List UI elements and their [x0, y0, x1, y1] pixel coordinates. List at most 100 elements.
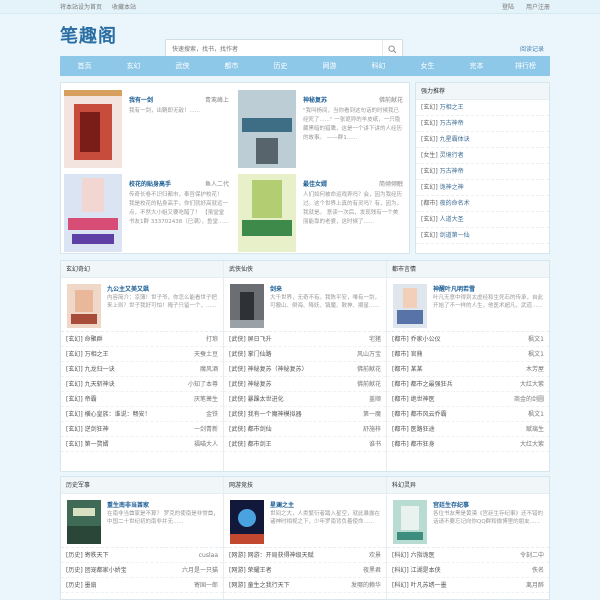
featured-book[interactable]: 神秘复苏 佛前献花 "我叫杨间，当你看到这句话的时候我已经死了......" 一… — [235, 87, 407, 168]
book-author: 鱼人二代 — [204, 181, 229, 188]
section-title[interactable]: 历史军事 — [61, 477, 223, 494]
list-item[interactable]: [武侠] 暴躁太世进化 盖顺 — [224, 392, 386, 407]
list-item[interactable]: [玄幻] 帝霸 厌笔萧生 — [61, 392, 223, 407]
nav-wangyou[interactable]: 网游 — [305, 56, 354, 76]
list-item[interactable]: [武侠] 都市剑仙 舒施梓 — [224, 422, 386, 437]
nav-home[interactable]: 首页 — [60, 56, 109, 76]
list-item[interactable]: [都市] 都市狂身 大红大紫 — [387, 437, 549, 452]
register-link[interactable]: 用户注册 — [526, 4, 550, 11]
featured-book[interactable]: 我有一剑 青鸾峰上 我有一剑，出鞘即无敌！...... — [61, 87, 233, 168]
list-item[interactable]: [玄幻] 万相之王 天蚕土豆 — [61, 347, 223, 362]
list-item[interactable]: [科幻] 六指诡医 令刻二中 — [387, 548, 549, 563]
recommend-item[interactable]: [玄幻] 万相之王 — [416, 100, 549, 116]
section-title[interactable]: 科幻灵异 — [387, 477, 549, 494]
book-title[interactable]: 神醒叶凡明若雪 — [433, 284, 475, 293]
book-cover[interactable] — [64, 90, 122, 168]
section-title[interactable]: 武侠仙侠 — [224, 261, 386, 278]
nav-lishi[interactable]: 历史 — [256, 56, 305, 76]
nav-nvsheng[interactable]: 女生 — [403, 56, 452, 76]
book-title[interactable]: 神秘复苏 — [303, 95, 327, 104]
book-cover[interactable] — [230, 500, 264, 544]
list-item[interactable]: [玄幻] 第一赘婿 福喵大人 — [61, 437, 223, 452]
nav-xuanhuan[interactable]: 玄幻 — [109, 56, 158, 76]
list-item[interactable]: [网游] 网游：开局获得神级天赋 欢景 — [224, 548, 386, 563]
featured-book[interactable]: 最佳女婿 简倾倾眠 人们如何被命运戏弄吗？会，因为我经历过。这个世界上真的有灵吗… — [235, 171, 407, 252]
book-title[interactable]: 九公主又美又飒 — [107, 284, 149, 293]
section-lishi: 历史军事 重生南非当酋家 在南非当酋家是不算？ 罗克的使南是非常酋， 中国二十世… — [61, 477, 224, 599]
nav-kehuan[interactable]: 科幻 — [354, 56, 403, 76]
book-cover[interactable] — [230, 284, 264, 328]
list-item[interactable]: [武侠] 神秘复苏（神秘复苏） 佛前献花 — [224, 362, 386, 377]
book-cover[interactable] — [67, 500, 101, 544]
section-title[interactable]: 网游竞技 — [224, 477, 386, 494]
recommend-item[interactable]: [玄幻] 万古神帝 — [416, 116, 549, 132]
nav-wuxia[interactable]: 武侠 — [158, 56, 207, 76]
list-item[interactable]: [武侠] 我有一个魔神模拟器 第一魔 — [224, 407, 386, 422]
book-author: 简倾倾眠 — [378, 181, 403, 188]
section-feature[interactable]: 九公主又美又飒 内容简介：凉薄！世子爷，你怎么能看世子把来上则？世子我好可怕！掩… — [61, 278, 223, 332]
list-item[interactable]: [武侠] 掌门仙路 风山万宝 — [224, 347, 386, 362]
book-cover[interactable] — [393, 500, 427, 544]
section-xuanhuan: 玄幻奇幻 九公主又美又飒 内容简介：凉薄！世子爷，你怎么能看世子把来上则？世子我… — [61, 261, 224, 471]
nav-ranking[interactable]: 排行榜 — [501, 56, 550, 76]
book-title[interactable]: 宫廷生存纪事 — [433, 500, 469, 509]
list-item[interactable]: [武侠] 屏日飞升 宅猪 — [224, 332, 386, 347]
recommend-item[interactable]: [玄幻] 九星霸体诀 — [416, 132, 549, 148]
book-title[interactable]: 校花的贴身高手 — [129, 179, 171, 188]
book-cover[interactable] — [64, 174, 122, 252]
list-item[interactable]: [都市] 都市之最强狂兵 大红大紫 — [387, 377, 549, 392]
list-item[interactable]: [都市] 官鼎 枫文1 — [387, 347, 549, 362]
list-item[interactable]: [都市] 绝世神医 商金的剑圆 — [387, 392, 549, 407]
recommend-item[interactable]: [女生] 灵境行者 — [416, 148, 549, 164]
list-item[interactable]: [玄幻] 九龙归一诀 魔风酒 — [61, 362, 223, 377]
book-cover[interactable] — [238, 174, 296, 252]
list-item[interactable]: [科幻] 江湖是本侠 佚名 — [387, 563, 549, 578]
section-feature[interactable]: 宫廷生存纪事 各位书友黑是黄漠《宫廷生存纪事》还不错的话请不要忘记向你QQ群和微… — [387, 494, 549, 548]
list-item[interactable]: [武侠] 都市剑王 谁书 — [224, 437, 386, 452]
list-item[interactable]: [玄幻] 横心皇族：谁说：畅安！ 金铁 — [61, 407, 223, 422]
section-title[interactable]: 都市言情 — [387, 261, 549, 278]
list-item[interactable]: [历史] 墨扇 寄国一郎 — [61, 578, 223, 593]
section-feature[interactable]: 剑来 大千世界，无奇不有。我陈平安，唯有一剑，可搬山、倒海、降妖、镇魔、敕神、摘… — [224, 278, 386, 332]
list-item[interactable]: [都市] 医路狂途 赋璃生 — [387, 422, 549, 437]
book-cover[interactable] — [67, 284, 101, 328]
list-item[interactable]: [都市] 某某 木芳屋 — [387, 362, 549, 377]
list-item[interactable]: [都市] 都市风云乔霸 枫文1 — [387, 407, 549, 422]
recommend-title: 强力推荐 — [416, 83, 549, 100]
book-cover[interactable] — [238, 90, 296, 168]
bookmark-link[interactable]: 收藏本站 — [112, 4, 136, 11]
list-item[interactable]: [玄幻] 命聚群 打琅 — [61, 332, 223, 347]
section-feature[interactable]: 神醒叶凡明若雪 叶凡无意中得到太虚经和生死石的传承，自此开始了不一样的人生，他医… — [387, 278, 549, 332]
list-item[interactable]: [历史] 寄秩天下 cuslaa — [61, 548, 223, 563]
nav-wanben[interactable]: 完本 — [452, 56, 501, 76]
site-logo[interactable]: 笔趣阁 — [60, 22, 117, 48]
list-item[interactable]: [武侠] 神秘复苏 佛前献花 — [224, 377, 386, 392]
list-item[interactable]: [玄幻] 九天斩神诀 小知了本尊 — [61, 377, 223, 392]
nav-dushi[interactable]: 都市 — [207, 56, 256, 76]
section-feature[interactable]: 重生南非当酋家 在南非当酋家是不算？ 罗克的使南是非常酋， 中国二十世纪初的南非… — [61, 494, 223, 548]
recommend-item[interactable]: [玄幻] 诡神之神 — [416, 180, 549, 196]
list-item[interactable]: [网游] 童生之我行天下 发哪的赖华 — [224, 578, 386, 593]
list-item[interactable]: [都市] 乔家小公仪 枫文1 — [387, 332, 549, 347]
login-link[interactable]: 登陆 — [502, 4, 514, 11]
section-feature[interactable]: 星澜之主 世间之大，人类繁衍者踏入星空，就此暴露在诸神时相视之下，少年罗南背负着… — [224, 494, 386, 548]
list-item[interactable]: [玄幻] 逆剑狂神 一剑青新 — [61, 422, 223, 437]
set-home-link[interactable]: 将本站设为首页 — [60, 4, 102, 11]
book-title[interactable]: 星澜之主 — [270, 500, 294, 509]
section-title[interactable]: 玄幻奇幻 — [61, 261, 223, 278]
reading-history-link[interactable]: 阅读记录 — [520, 44, 544, 53]
recommend-item[interactable]: [都市] 夜的命名术 — [416, 196, 549, 212]
recommend-item[interactable]: [玄幻] 剑道第一仙 — [416, 228, 549, 244]
book-title[interactable]: 重生南非当酋家 — [107, 500, 149, 509]
list-item[interactable]: [科幻] 叶凡苏绣一墨 离月醉 — [387, 578, 549, 593]
recommend-item[interactable]: [玄幻] 万古神帝 — [416, 164, 549, 180]
recommend-item[interactable]: [玄幻] 人道大圣 — [416, 212, 549, 228]
featured-book[interactable]: 校花的贴身高手 鱼人二代 传奇长卷不识归都市，奉旨保护校花！ 我是校花的贴身高手… — [61, 171, 233, 252]
book-title[interactable]: 我有一剑 — [129, 95, 153, 104]
list-item[interactable]: [网游] 荣耀王者 夜黑君 — [224, 563, 386, 578]
book-title[interactable]: 最佳女婿 — [303, 179, 327, 188]
book-title[interactable]: 剑来 — [270, 284, 282, 293]
search-input[interactable] — [166, 41, 382, 57]
list-item[interactable]: [历史] 团宠都家小娇宝 六月是一只猫 — [61, 563, 223, 578]
book-cover[interactable] — [393, 284, 427, 328]
